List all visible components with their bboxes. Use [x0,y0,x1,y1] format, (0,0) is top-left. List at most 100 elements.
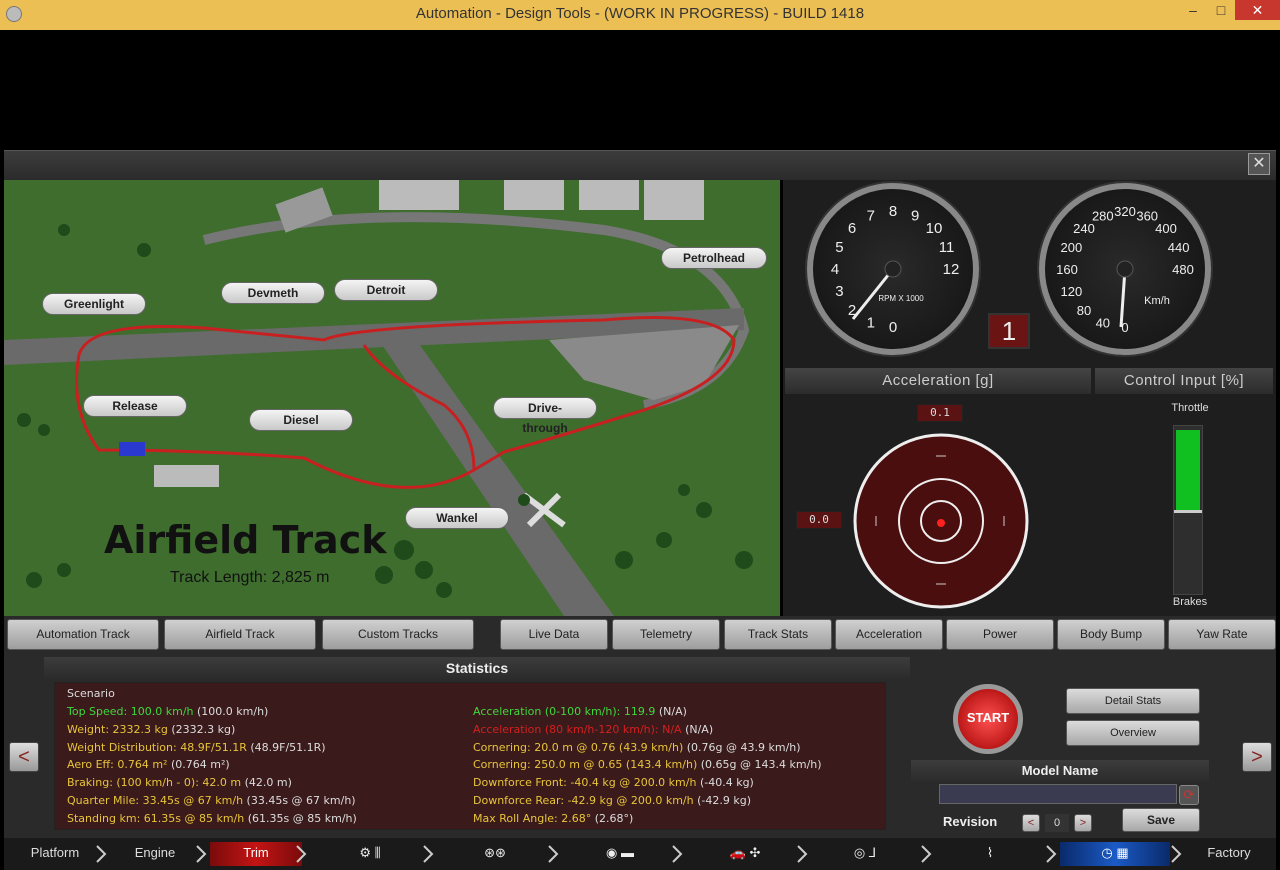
stat-value: Weight: 2332.3 kg [67,722,168,736]
model-name-input[interactable] [939,784,1177,804]
map-title: Airfield Track [104,518,387,562]
tab-custom-tracks[interactable]: Custom Tracks [322,619,474,650]
spdticks-tick-label: 320 [1114,204,1136,219]
start-button[interactable]: START [953,684,1023,754]
stat-value: Max Roll Angle: 2.68° [473,811,592,825]
minimize-button[interactable]: – [1180,0,1206,20]
spdticks-tick-label: 480 [1172,262,1194,277]
tab-airfield-track[interactable]: Airfield Track [164,619,316,650]
stat-row: Weight Distribution: 48.9F/51.1R (48.9F/… [67,741,326,754]
overview-button[interactable]: Overview [1066,720,1200,746]
spdticks-tick-label: 200 [1061,240,1083,255]
speed-gauge-face: 04080120160200240280 320 360400440480 Km/h [1056,204,1194,335]
spdticks-tick-label: 80 [1077,303,1091,318]
tab-power[interactable]: Power [946,619,1054,650]
stat-value: Cornering: 20.0 m @ 0.76 (43.9 km/h) [473,740,684,754]
callout-petrolhead: Petrolhead [661,247,767,269]
g-force-circle [853,433,1029,609]
rpmticks-tick-label: 3 [835,283,843,300]
rpmticks-tick-label: 1 [867,315,875,332]
save-button[interactable]: Save [1122,808,1200,832]
stat-row: Standing km: 61.35s @ 85 km/h (61.35s @ … [67,812,357,825]
stat-reference: (61.35s @ 85 km/h) [244,811,357,825]
stat-row: Cornering: 20.0 m @ 0.76 (43.9 km/h) (0.… [473,741,801,754]
stat-value: Acceleration (80 km/h-120 km/h): N/A [473,722,682,736]
stat-reference: (-42.9 kg) [693,794,751,807]
stat-reference: (N/A) [655,705,687,718]
statistics-header: Statistics [44,657,910,679]
tab-track-stats[interactable]: Track Stats [724,619,832,650]
callout-devmeth: Devmeth [221,282,325,304]
stat-row: Max Roll Angle: 2.68° (2.68°) [473,812,633,825]
prev-button[interactable]: < [9,742,39,772]
stat-reference: (0.65g @ 143.4 km/h) [697,758,822,772]
throttle-marker [1174,510,1202,513]
stat-row: Braking: (100 km/h - 0): 42.0 m (42.0 m) [67,776,292,789]
refresh-icon[interactable]: ⟳ [1179,785,1199,805]
track-length: Track Length: 2,825 m [170,569,330,586]
callout-detroit: Detroit [334,279,438,301]
throttle-bar [1173,425,1203,595]
model-name-header: Model Name [911,760,1209,782]
maximize-button[interactable]: □ [1208,0,1234,20]
title-bar: Automation - Design Tools - (WORK IN PRO… [0,0,1280,30]
acceleration-header: Acceleration [g] [785,368,1091,394]
stat-reference: (2.68°) [591,811,634,825]
revision-value: 0 [1045,814,1069,832]
stat-reference: (100.0 km/h) [193,705,269,718]
stat-value: Top Speed: 100.0 km/h [67,705,194,718]
tab-live-data[interactable]: Live Data [500,619,608,650]
nav-chevrons [96,845,1182,863]
stat-reference: (N/A) [681,722,714,736]
rpmticks-tick-label: 9 [911,207,919,224]
gear-indicator: 1 [988,313,1030,349]
stat-reference: (0.764 m²) [167,758,230,772]
rpmticks-tick-label: 5 [835,239,843,256]
stat-row: Quarter Mile: 33.45s @ 67 km/h (33.45s @… [67,794,356,807]
stat-value: Downforce Rear: -42.9 kg @ 200.0 km/h [473,794,694,807]
long-accel-value: 0.1 [917,404,963,422]
callout-greenlight: Greenlight [42,293,146,315]
throttle-fill [1176,430,1200,512]
stat-row: Aero Eff: 0.764 m² (0.764 m²) [67,758,230,771]
stat-reference: (42.0 m) [241,776,292,790]
rpmticks-tick-label: 12 [943,261,960,278]
speed-gauge: 0 40 80 120 160 200 240 280 320 360 400 440 480 Km/h [1039,183,1211,355]
stat-value: Standing km: 61.35s @ 85 km/h [67,811,245,825]
rpmticks-tick-label: 7 [867,207,875,224]
stat-value: Weight Distribution: 48.9F/51.1R [67,740,247,754]
rpmticks-tick-label: 0 [889,319,897,336]
stat-reference: (33.45s @ 67 km/h) [243,794,356,807]
spdticks-tick-label: 440 [1168,240,1190,255]
revision-label: Revision [943,814,998,829]
stat-reference: (-40.4 kg) [696,776,754,790]
spdticks-tick-label: 120 [1061,284,1083,299]
panel-header [4,150,1276,180]
callout-diesel: Diesel [249,409,353,431]
close-window-button[interactable]: ✕ [1235,0,1280,20]
detail-stats-button[interactable]: Detail Stats [1066,688,1200,714]
callout-wankel: Wankel [405,507,509,529]
revision-decrement-button[interactable]: < [1022,814,1040,832]
next-button[interactable]: > [1242,742,1272,772]
stat-value: Downforce Front: -40.4 kg @ 200.0 km/h [473,776,697,790]
revision-increment-button[interactable]: > [1074,814,1092,832]
window-title: Automation - Design Tools - (WORK IN PRO… [415,5,865,22]
speed-unit-label: Km/h [1144,295,1170,307]
rpm-gauge-face: 01234567 8 9101112 RPM X 1000 [831,203,960,336]
tab-yaw-rate[interactable]: Yaw Rate [1168,619,1276,650]
tab-acceleration[interactable]: Acceleration [835,619,943,650]
lat-accel-value: 0.0 [796,511,842,529]
stat-reference: (0.76g @ 43.9 km/h) [683,740,801,754]
rpm-gauge: 0 1 2 3 4 5 6 7 8 9 10 11 12 RPM X 1000 [807,183,979,355]
black-area [4,30,1276,150]
rpmticks-tick-label: 4 [831,261,839,278]
tab-automation-track[interactable]: Automation Track [7,619,159,650]
stat-row: Top Speed: 100.0 km/h (100.0 km/h) [67,705,268,718]
tab-telemetry[interactable]: Telemetry [612,619,720,650]
spdticks-tick-label: 400 [1155,221,1177,236]
tab-body-bump[interactable]: Body Bump [1057,619,1165,650]
panel-close-button[interactable]: ✕ [1248,153,1270,175]
control-input-header: Control Input [%] [1095,368,1273,394]
stat-reference: (48.9F/51.1R) [246,740,326,754]
